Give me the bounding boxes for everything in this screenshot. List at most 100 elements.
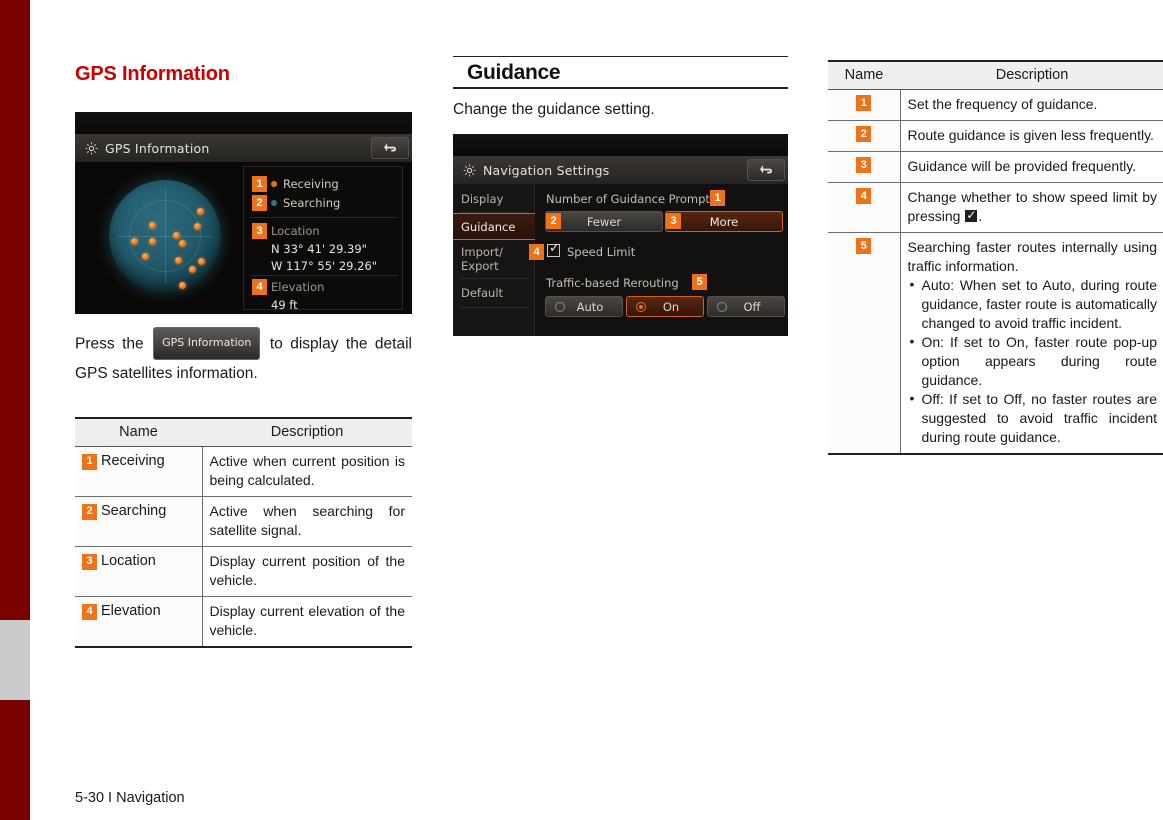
callout-badge-4: 4 <box>856 188 872 204</box>
speed-limit-checkbox[interactable] <box>547 241 560 257</box>
rerouting-option-off[interactable]: Off <box>707 296 785 317</box>
satellite-radar-graphic <box>93 166 233 310</box>
sidebar-item-guidance[interactable]: Guidance <box>453 213 535 240</box>
more-button[interactable]: More <box>665 211 783 232</box>
checkbox-icon <box>965 206 978 225</box>
table-row: 5 Searching faster routes internally usi… <box>828 232 1163 455</box>
satellite-dot <box>142 253 149 260</box>
page-edge-strip <box>0 0 30 820</box>
row-name-label: Elevation <box>101 603 161 619</box>
row-description: Display current position of the vehicle. <box>202 546 412 597</box>
satellite-dot <box>189 266 196 273</box>
satellite-dot <box>198 258 205 265</box>
callout-badge-4: 4 <box>82 603 97 620</box>
legend-row-receiving: 1 Receiving <box>252 176 339 192</box>
location-longitude: W 117° 55' 29.26" <box>271 259 378 273</box>
table-row: 4 Change whether to show speed limit by … <box>828 182 1163 233</box>
radar-dome <box>109 180 221 292</box>
callout-badge-4: 4 <box>529 244 544 260</box>
sidebar-item-display[interactable]: Display <box>453 186 535 212</box>
sidebar-item-default[interactable]: Default <box>453 280 535 306</box>
device-title-bar: GPS Information <box>75 134 412 162</box>
fewer-button[interactable]: Fewer <box>545 211 663 232</box>
panel-divider <box>250 275 398 276</box>
radio-circle-icon <box>717 301 727 312</box>
rerouting-option-auto[interactable]: Auto <box>545 296 623 317</box>
table-row: 2 Searching Active when searching for sa… <box>75 496 412 547</box>
table-header-name: Name <box>828 61 900 90</box>
callout-badge-1: 1 <box>710 190 725 206</box>
back-button[interactable] <box>371 137 409 159</box>
row-name-cell: 3 Location <box>82 552 195 571</box>
back-button[interactable] <box>747 159 785 181</box>
row-name-cell: 2 <box>835 126 893 142</box>
callout-badge-1: 1 <box>82 453 97 470</box>
heading-rule-bottom <box>453 87 788 89</box>
bullet-auto: Auto: When set to Auto, during route gui… <box>908 275 1157 333</box>
sidebar-item-import-export[interactable]: Import/ Export <box>453 242 535 276</box>
callout-badge-3: 3 <box>856 157 872 173</box>
settings-main-area: Number of Guidance Prompts 1 2 Fewer 3 M… <box>529 184 788 336</box>
callout-badge-2: 2 <box>252 195 267 211</box>
table-row: 2 Route guidance is given less frequentl… <box>828 120 1163 152</box>
table-row: 4 Elevation Display current elevation of… <box>75 596 412 648</box>
row-description: Route guidance is given less frequently. <box>900 120 1163 152</box>
back-arrow-icon <box>760 165 773 174</box>
gps-instruction-paragraph: Press the GPS Information to display the… <box>75 327 412 387</box>
panel-divider <box>250 217 398 218</box>
location-latitude: N 33° 41' 29.39" <box>271 242 367 256</box>
callout-badge-3: 3 <box>666 213 681 229</box>
table-header-description: Description <box>900 61 1163 90</box>
satellite-dot <box>149 238 156 245</box>
navigation-settings-body: Display Guidance Import/ Export Default … <box>453 184 788 336</box>
edge-strip-maroon-top <box>0 0 30 620</box>
bullet-off: Off: If set to Off, no faster routes are… <box>908 389 1157 447</box>
row-name-cell: 2 Searching <box>82 502 195 521</box>
rerouting-option-on-label: On <box>662 299 680 314</box>
callout-badge-2: 2 <box>856 126 872 142</box>
device-title-bar: Navigation Settings <box>453 156 788 184</box>
traffic-rerouting-label: Traffic-based Rerouting <box>546 276 679 290</box>
radar-ring-inner <box>129 200 201 272</box>
gps-information-heading: GPS Information <box>75 63 230 85</box>
satellite-dot <box>197 208 204 215</box>
table-row: 1 Set the frequency of guidance. <box>828 89 1163 121</box>
callout-badge-5: 5 <box>692 274 707 290</box>
location-label: Location <box>271 224 320 238</box>
device-status-strip <box>75 112 412 134</box>
row-description: Display current elevation of the vehicle… <box>202 596 412 648</box>
row-description-speed-limit: Change whether to show speed limit by pr… <box>900 182 1163 233</box>
row-name-label: Location <box>101 553 156 569</box>
callout-badge-3: 3 <box>252 223 267 239</box>
table-header-description: Description <box>202 418 412 447</box>
callout-badge-3: 3 <box>82 553 97 570</box>
guidance-heading-block: Guidance <box>453 56 788 89</box>
device-status-strip <box>453 134 788 156</box>
row-name-cell: 1 Receiving <box>82 452 195 471</box>
satellite-dot <box>131 238 138 245</box>
receiving-dot-icon <box>271 181 277 187</box>
device-title-text: GPS Information <box>105 140 210 156</box>
rerouting-option-on[interactable]: On <box>626 296 704 317</box>
satellite-dot <box>179 240 186 247</box>
table-header-name: Name <box>75 418 202 447</box>
speed-limit-label: Speed Limit <box>567 245 636 259</box>
table-row: 3 Guidance will be provided frequently. <box>828 151 1163 183</box>
callout-badge-2: 2 <box>82 503 97 520</box>
edge-strip-gray-tab <box>0 620 30 700</box>
table-row: 1 Receiving Active when current position… <box>75 446 412 497</box>
satellite-dot <box>175 257 182 264</box>
legend-label-receiving: Receiving <box>283 177 339 191</box>
row-name-cell: 4 Elevation <box>82 602 195 621</box>
device-title-text: Navigation Settings <box>483 162 610 178</box>
elevation-label: Elevation <box>271 280 325 294</box>
row-description: Set the frequency of guidance. <box>900 89 1163 121</box>
settings-side-menu: Display Guidance Import/ Export Default <box>453 184 535 336</box>
guidance-heading: Guidance <box>467 61 561 84</box>
rerouting-option-auto-label: Auto <box>576 299 604 314</box>
elevation-row: 4 Elevation <box>252 279 324 295</box>
gps-information-inline-button[interactable]: GPS Information <box>153 327 261 360</box>
row-description: Guidance will be provided frequently. <box>900 151 1163 183</box>
row-description-rerouting: Searching faster routes internally using… <box>900 232 1163 455</box>
callout-badge-5: 5 <box>856 238 872 254</box>
